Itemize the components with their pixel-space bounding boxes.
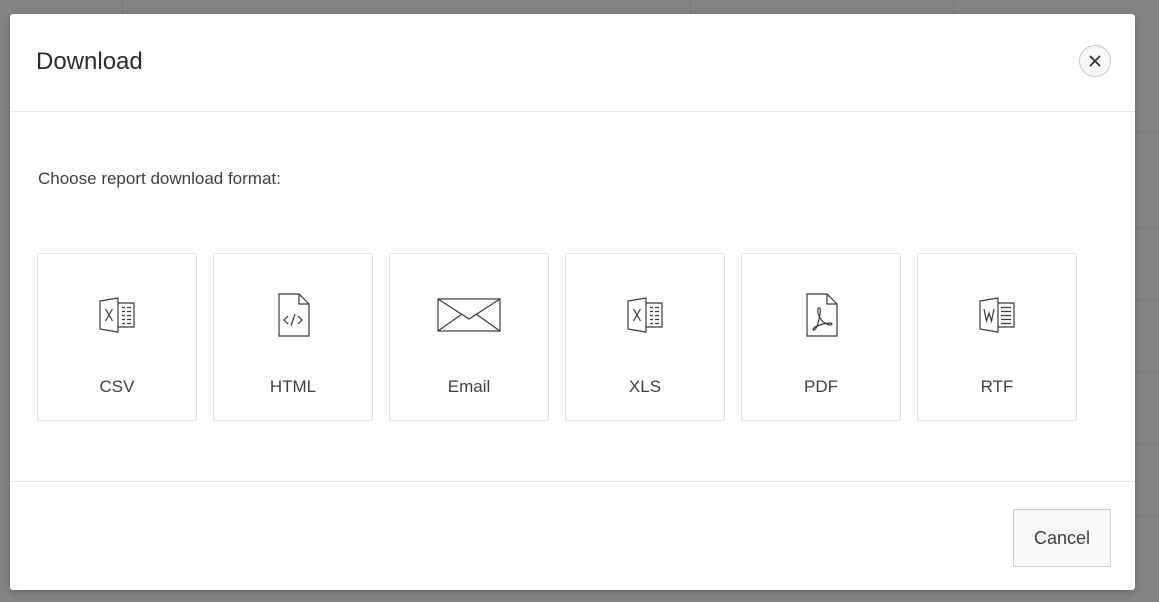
html-code-file-icon <box>214 280 372 350</box>
background-column-divider <box>122 0 123 14</box>
xls-spreadsheet-icon <box>566 280 724 350</box>
background-row-divider <box>1135 444 1159 445</box>
background-row-divider <box>1135 300 1159 301</box>
csv-spreadsheet-icon <box>38 280 196 350</box>
background-row-divider <box>1135 372 1159 373</box>
background-column-divider <box>953 0 954 14</box>
pdf-file-icon <box>742 280 900 350</box>
cancel-button[interactable]: Cancel <box>1013 509 1111 567</box>
dialog-title: Download <box>36 48 143 75</box>
format-option-rtf[interactable]: RTF <box>917 253 1077 421</box>
format-label: XLS <box>628 377 662 396</box>
email-envelope-icon <box>390 280 548 350</box>
format-option-xls[interactable]: XLS <box>565 253 725 421</box>
background-row-divider <box>1135 516 1159 517</box>
background-row-divider <box>1135 228 1159 229</box>
format-option-pdf[interactable]: PDF <box>741 253 901 421</box>
dialog-footer: Cancel <box>10 481 1135 590</box>
background-column-divider <box>690 0 691 14</box>
format-option-html[interactable]: HTML <box>213 253 373 421</box>
format-option-csv[interactable]: CSV <box>37 253 197 421</box>
format-label: CSV <box>99 377 135 396</box>
dialog-header: Download <box>10 14 1135 112</box>
dialog-body: Choose report download format: CSV HTML … <box>10 112 1135 481</box>
close-button[interactable] <box>1079 45 1111 77</box>
format-label: PDF <box>804 377 838 396</box>
download-format-prompt: Choose report download format: <box>38 169 281 188</box>
close-icon <box>1089 55 1101 67</box>
format-option-email[interactable]: Email <box>389 253 549 421</box>
format-label: Email <box>447 377 491 396</box>
format-label: HTML <box>269 377 317 396</box>
rtf-word-document-icon <box>918 280 1076 350</box>
download-dialog: Download Choose report download format: <box>10 14 1135 590</box>
format-options: CSV HTML Email XLS PDF RTF <box>37 253 1077 421</box>
format-label: RTF <box>980 377 1014 396</box>
background-row-divider <box>1135 132 1159 133</box>
